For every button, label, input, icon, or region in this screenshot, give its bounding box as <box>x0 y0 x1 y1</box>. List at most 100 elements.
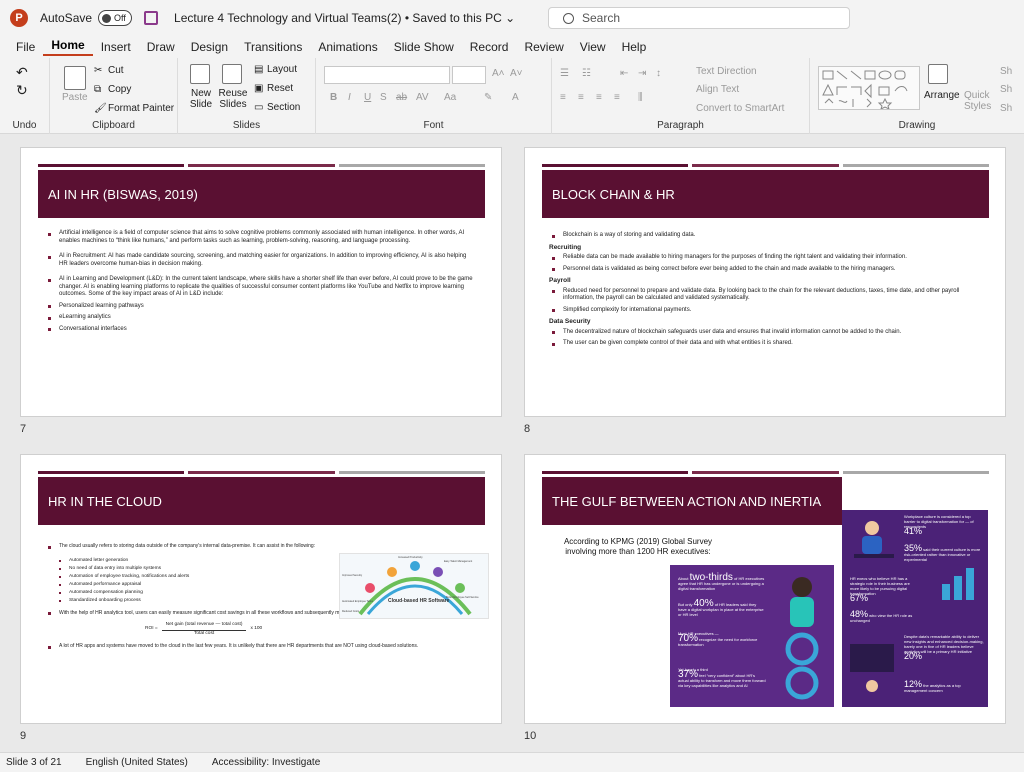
tab-view[interactable]: View <box>572 40 614 54</box>
columns-icon[interactable]: ⫼ <box>638 92 643 103</box>
justify-icon[interactable]: ≡ <box>614 92 620 103</box>
infographic-left-art <box>785 577 819 700</box>
tab-review[interactable]: Review <box>516 40 571 54</box>
tab-insert[interactable]: Insert <box>93 40 139 54</box>
format-painter-icon: 🖌 <box>94 103 107 114</box>
powerpoint-logo-icon: P <box>10 9 28 27</box>
document-title[interactable]: Lecture 4 Technology and Virtual Teams(2… <box>174 11 515 25</box>
slide-number: 9 <box>20 730 27 742</box>
undo-group-label: Undo <box>12 120 37 131</box>
ribbon: ↶ ↻ Undo Paste ✂ Cut ⧉ Copy 🖌 Format Pai… <box>0 58 1024 134</box>
align-text-button[interactable]: Align Text <box>696 84 739 95</box>
drawing-group: Arrange Quick Styles Sh Sh Sh Drawing <box>810 58 1024 134</box>
section-heading: Payroll <box>549 277 571 284</box>
slide-thumbnail-7[interactable]: AI IN HR (BISWAS, 2019) Artificial intel… <box>20 147 502 417</box>
bullet-item: eLearning analytics <box>45 314 475 322</box>
font-family-select[interactable] <box>324 66 450 84</box>
tab-slide-show[interactable]: Slide Show <box>386 40 462 54</box>
tab-home[interactable]: Home <box>43 38 93 56</box>
reset-button[interactable]: Reset <box>267 83 293 94</box>
slide-stripes <box>542 471 989 474</box>
reuse-slides-icon[interactable] <box>222 64 242 84</box>
save-icon[interactable] <box>144 11 159 25</box>
bullet-item: Simplified complexity for international … <box>549 307 979 315</box>
tab-help[interactable]: Help <box>614 40 655 54</box>
sub-bullet-item: Automated compensation planning <box>45 590 345 596</box>
format-painter-button[interactable]: Format Painter <box>108 103 174 114</box>
tab-draw[interactable]: Draw <box>139 40 183 54</box>
increase-indent-icon[interactable]: ⇥ <box>638 68 646 79</box>
roi-denominator: Total cost <box>193 630 215 636</box>
align-right-icon[interactable]: ≡ <box>596 92 602 103</box>
shape-fill-button[interactable]: Sh <box>1000 66 1012 77</box>
highlight-icon[interactable]: ✎ <box>484 92 492 103</box>
roi-lhs: ROI = <box>145 626 158 632</box>
cut-icon: ✂ <box>94 65 103 76</box>
italic-icon[interactable]: I <box>348 92 351 103</box>
autosave-toggle[interactable]: Off <box>98 10 133 26</box>
clipboard-group: Paste ✂ Cut ⧉ Copy 🖌 Format Painter Clip… <box>50 58 178 134</box>
stat-block: About two-thirds of HR executives agree … <box>678 573 766 592</box>
paste-button[interactable]: Paste <box>62 92 88 103</box>
accessibility-indicator[interactable]: Accessibility: Investigate <box>212 757 320 768</box>
bullets-icon[interactable]: ☰ <box>560 68 569 79</box>
decrease-indent-icon[interactable]: ⇤ <box>620 68 628 79</box>
quick-styles-button[interactable]: Quick Styles <box>964 90 991 112</box>
search-input[interactable]: Search <box>548 7 850 29</box>
line-spacing-icon[interactable]: ↕ <box>656 68 661 79</box>
cloud-diagram-label: Automated Employee Tasks <box>342 600 373 603</box>
increase-font-size-icon[interactable]: A˄ <box>492 68 505 79</box>
roi-formula: ROI = Net gain (total revenue — total co… <box>145 622 345 637</box>
numbering-icon[interactable]: ☷ <box>582 68 591 79</box>
font-color-icon[interactable]: A <box>512 92 519 103</box>
bullet-item: Personnel data is validated as being cor… <box>549 266 979 274</box>
section-heading: Data Security <box>549 318 591 325</box>
roi-fraction: Net gain (total revenue — total cost) To… <box>161 622 247 637</box>
tab-animations[interactable]: Animations <box>310 40 385 54</box>
slide-thumbnail-10[interactable]: THE GULF BETWEEN ACTION AND INERTIA Acco… <box>524 454 1006 724</box>
layout-button[interactable]: Layout <box>267 64 297 75</box>
decrease-font-size-icon[interactable]: A˅ <box>510 68 523 79</box>
align-left-icon[interactable]: ≡ <box>560 92 566 103</box>
survey-text: According to KPMG (2019) Global Survey i… <box>563 537 713 556</box>
tab-record[interactable]: Record <box>462 40 517 54</box>
copy-icon: ⧉ <box>94 84 102 95</box>
copy-button[interactable]: Copy <box>108 84 131 95</box>
slide-thumbnail-9[interactable]: HR IN THE CLOUD The cloud usually refers… <box>20 454 502 724</box>
bullet-item: AI in Learning and Development (L&D): In… <box>45 276 475 299</box>
underline-icon[interactable]: U <box>364 92 371 103</box>
new-slide-icon[interactable] <box>190 64 210 84</box>
paste-icon[interactable] <box>64 66 86 90</box>
character-spacing-icon[interactable]: AV <box>416 92 429 103</box>
shape-outline-button[interactable]: Sh <box>1000 84 1012 95</box>
align-center-icon[interactable]: ≡ <box>578 92 584 103</box>
tab-design[interactable]: Design <box>183 40 236 54</box>
strikethrough-icon[interactable]: ab <box>396 92 407 103</box>
shadow-icon[interactable]: S <box>380 92 387 103</box>
language-indicator[interactable]: English (United States) <box>86 757 188 768</box>
stripe <box>338 471 485 474</box>
redo-icon[interactable]: ↻ <box>16 82 28 99</box>
arrange-button[interactable]: Arrange <box>924 90 960 101</box>
shapes-gallery[interactable] <box>818 66 920 110</box>
undo-icon[interactable]: ↶ <box>16 64 28 81</box>
change-case-icon[interactable]: Aa <box>444 92 456 103</box>
arrange-icon[interactable] <box>928 64 948 84</box>
slide-thumbnail-8[interactable]: BLOCK CHAIN & HR Blockchain is a way of … <box>524 147 1006 417</box>
font-size-select[interactable] <box>452 66 486 84</box>
new-slide-button[interactable]: New Slide <box>188 88 214 110</box>
tab-file[interactable]: File <box>0 40 43 54</box>
cut-button[interactable]: Cut <box>108 65 124 76</box>
section-icon: ▭ <box>254 102 264 113</box>
bold-icon[interactable]: B <box>330 92 337 103</box>
section-button[interactable]: Section <box>267 102 300 113</box>
slide-number: 7 <box>20 423 27 435</box>
reuse-slides-button[interactable]: Reuse Slides <box>218 88 248 110</box>
shape-effects-button[interactable]: Sh <box>1000 103 1012 114</box>
convert-smartart-button[interactable]: Convert to SmartArt <box>696 103 784 114</box>
stripe <box>692 164 839 167</box>
tab-transitions[interactable]: Transitions <box>236 40 310 54</box>
text-direction-button[interactable]: Text Direction <box>696 66 757 77</box>
stripe <box>842 471 989 474</box>
stripe <box>188 471 335 474</box>
